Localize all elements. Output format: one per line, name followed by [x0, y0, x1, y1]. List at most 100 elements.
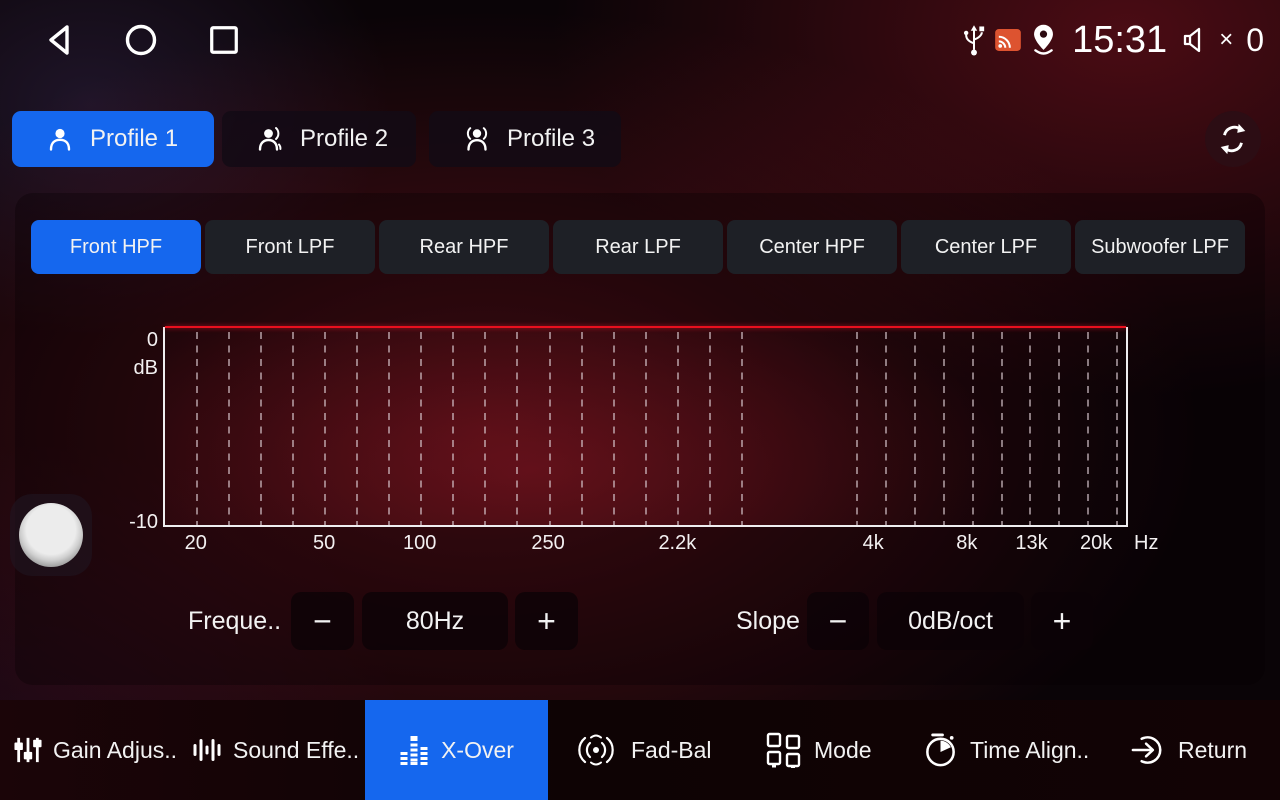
gridline [709, 332, 711, 525]
usb-icon [962, 23, 986, 58]
frequency-value: 80Hz [362, 592, 508, 650]
back-button[interactable] [42, 0, 78, 80]
floating-knob-button[interactable] [10, 494, 92, 576]
gridline [324, 332, 326, 525]
chart-x-ticks: 20501002502.2k4k8k13k20k [163, 532, 1128, 560]
profile-1-button[interactable]: Profile 1 [12, 111, 214, 167]
stopwatch-icon [922, 731, 959, 769]
x-tick-label: 100 [403, 532, 436, 555]
gridline [972, 332, 974, 525]
gridline [1058, 332, 1060, 525]
gridline [1116, 332, 1118, 525]
tab-label: Rear LPF [595, 236, 681, 259]
head-unit-screen: 15:31 × 0 Profile 1 Profile 2 [0, 0, 1280, 800]
gridline [885, 332, 887, 525]
waveform-icon [192, 735, 222, 765]
person-speaking-icon [256, 125, 284, 153]
return-arrow-icon [1130, 731, 1167, 769]
gridline [943, 332, 945, 525]
tab-center-lpf[interactable]: Center LPF [901, 220, 1071, 274]
tab-rear-lpf[interactable]: Rear LPF [553, 220, 723, 274]
cast-icon [995, 29, 1021, 51]
nav-time-align[interactable]: Time Align.. [922, 700, 1089, 800]
gridline [1087, 332, 1089, 525]
nav-label: Sound Effe.. [233, 737, 359, 764]
gridline [292, 332, 294, 525]
y-axis-label-0: 0 [118, 329, 158, 352]
slope-value: 0dB/oct [877, 592, 1024, 650]
x-tick-label: 4k [863, 532, 884, 555]
home-icon [123, 22, 159, 58]
frequency-label: Freque.. [188, 592, 281, 650]
frequency-minus-button[interactable]: − [291, 592, 354, 650]
frequency-response-chart[interactable] [163, 327, 1128, 527]
tab-front-hpf[interactable]: Front HPF [31, 220, 201, 274]
refresh-button[interactable] [1205, 111, 1261, 167]
tab-label: Front HPF [70, 236, 162, 259]
person-broadcast-icon [463, 125, 491, 153]
profile-label: Profile 1 [90, 125, 178, 153]
status-bar: 15:31 × 0 [0, 0, 1280, 80]
tab-label: Front LPF [246, 236, 335, 259]
profile-3-button[interactable]: Profile 3 [429, 111, 621, 167]
tab-front-lpf[interactable]: Front LPF [205, 220, 375, 274]
slope-minus-button[interactable]: − [807, 592, 869, 650]
nav-gain-adjust[interactable]: Gain Adjus.. [14, 700, 177, 800]
gridline [516, 332, 518, 525]
nav-label: Time Align.. [970, 737, 1089, 764]
gridline [1001, 332, 1003, 525]
gridline [260, 332, 262, 525]
x-axis-unit: Hz [1134, 532, 1158, 555]
status-icons: 15:31 × 0 [962, 0, 1264, 80]
tab-label: Subwoofer LPF [1091, 236, 1229, 259]
frequency-plus-button[interactable]: + [515, 592, 578, 650]
chart-gridlines [165, 327, 1126, 525]
clock: 15:31 [1072, 19, 1167, 62]
knob-ball-icon [19, 503, 83, 567]
nav-fad-bal[interactable]: Fad-Bal [572, 700, 712, 800]
recents-button[interactable] [207, 0, 241, 80]
gridline [484, 332, 486, 525]
profile-2-button[interactable]: Profile 2 [222, 111, 416, 167]
response-curve [165, 326, 1126, 328]
tab-center-hpf[interactable]: Center HPF [727, 220, 897, 274]
gridline [856, 332, 858, 525]
x-tick-label: 2.2k [658, 532, 696, 555]
tab-subwoofer-lpf[interactable]: Subwoofer LPF [1075, 220, 1245, 274]
gridline [645, 332, 647, 525]
mute-x: × [1219, 26, 1233, 54]
gridline [914, 332, 916, 525]
nav-label: Gain Adjus.. [53, 737, 177, 764]
refresh-icon [1216, 122, 1250, 156]
slope-plus-button[interactable]: + [1031, 592, 1093, 650]
nav-label: Return [1178, 737, 1247, 764]
profile-label: Profile 2 [300, 125, 388, 153]
x-tick-label: 20k [1080, 532, 1112, 555]
gridline [356, 332, 358, 525]
gridline [613, 332, 615, 525]
gridline [388, 332, 390, 525]
nav-mode[interactable]: Mode [765, 700, 872, 800]
gridline [196, 332, 198, 525]
nav-sound-effects[interactable]: Sound Effe.. [192, 700, 359, 800]
sliders-icon [14, 735, 42, 765]
gridline [741, 332, 743, 525]
home-button[interactable] [123, 0, 159, 80]
location-icon [1030, 23, 1057, 57]
gridline [581, 332, 583, 525]
gridline [420, 332, 422, 525]
tab-rear-hpf[interactable]: Rear HPF [379, 220, 549, 274]
tab-label: Center HPF [759, 236, 865, 259]
gridline [549, 332, 551, 525]
x-tick-label: 50 [313, 532, 335, 555]
nav-label: X-Over [441, 737, 514, 764]
x-tick-label: 250 [531, 532, 564, 555]
nav-label: Mode [814, 737, 872, 764]
tab-label: Rear HPF [420, 236, 509, 259]
nav-xover[interactable]: X-Over [365, 700, 548, 800]
gridline [1029, 332, 1031, 525]
x-tick-label: 13k [1015, 532, 1047, 555]
grid-squares-icon [765, 732, 803, 768]
nav-return[interactable]: Return [1130, 700, 1247, 800]
volume-level: 0 [1246, 22, 1264, 59]
